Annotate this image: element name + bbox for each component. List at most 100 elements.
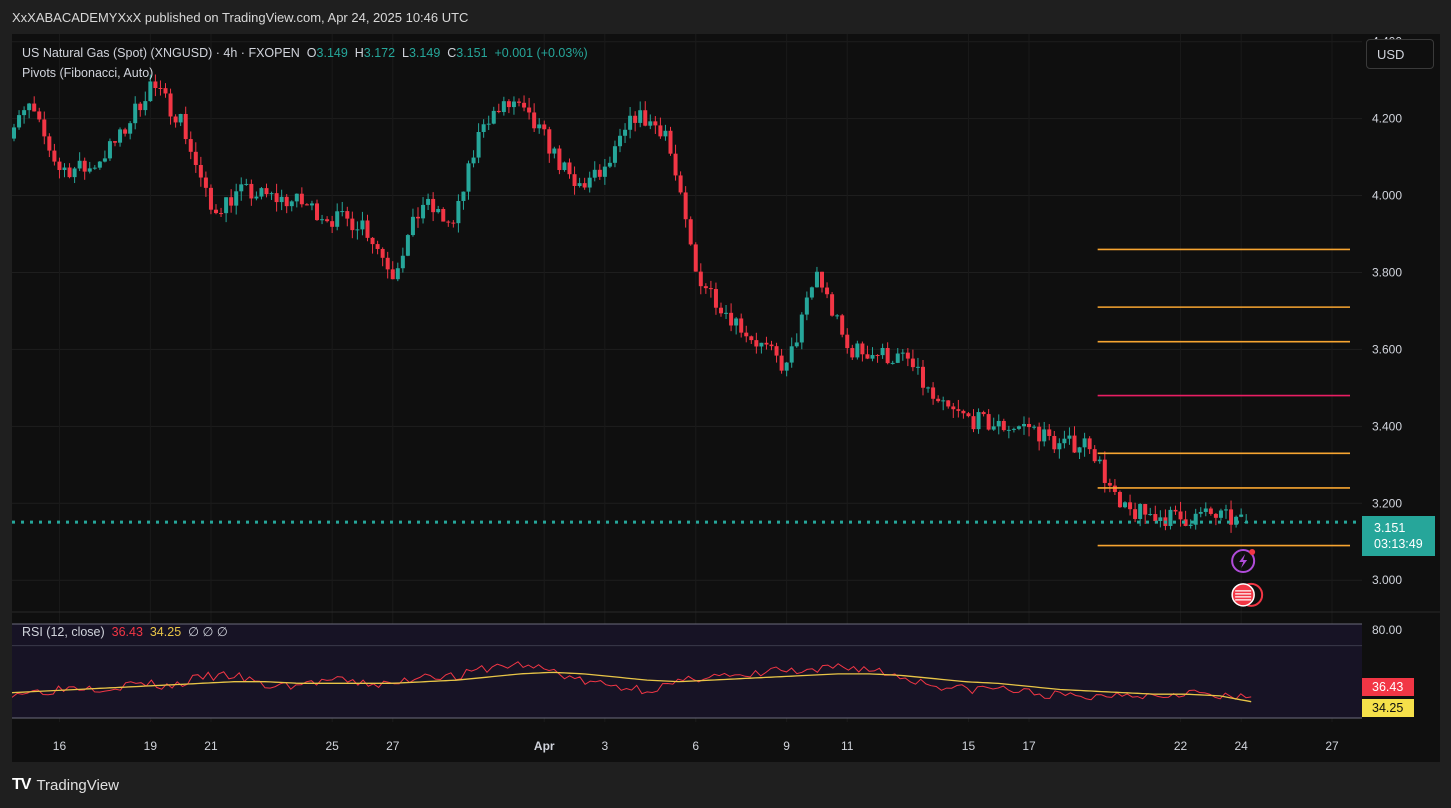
footer-brand[interactable]: TradingView bbox=[36, 777, 119, 794]
candle-body bbox=[693, 244, 698, 272]
candle-body bbox=[254, 196, 259, 199]
candle-body bbox=[416, 216, 420, 219]
candle-body bbox=[168, 93, 173, 117]
candle-body bbox=[1047, 429, 1052, 436]
candle-body bbox=[1112, 485, 1117, 492]
candle-body bbox=[229, 197, 234, 206]
rsi-legend[interactable]: RSI (12, close) 36.43 34.25 ∅ ∅ ∅ bbox=[22, 624, 228, 639]
last-price-label: 3.151 03:13:49 bbox=[1362, 516, 1435, 556]
candle-body bbox=[1001, 420, 1006, 431]
high-value: 3.172 bbox=[363, 46, 396, 60]
candle-body bbox=[208, 187, 213, 210]
candle-body bbox=[1087, 438, 1092, 450]
candle-body bbox=[451, 222, 456, 224]
candle-body bbox=[421, 204, 426, 219]
candle-body bbox=[648, 121, 653, 126]
rsi-ma-label: 34.25 bbox=[1362, 699, 1414, 717]
tradingview-logo-icon[interactable]: TV bbox=[12, 776, 31, 794]
candle-body bbox=[72, 168, 77, 178]
candle-body bbox=[102, 158, 107, 162]
candle-body bbox=[708, 288, 713, 290]
candle-body bbox=[729, 312, 734, 326]
candle-body bbox=[1178, 511, 1183, 520]
candle-body bbox=[532, 112, 537, 129]
chart-panel[interactable]: 4.4004.2004.0003.8003.6003.4003.2003.000… bbox=[12, 34, 1440, 762]
candle-body bbox=[527, 107, 532, 113]
candle-body bbox=[355, 229, 360, 231]
candle-body bbox=[749, 336, 754, 341]
candle-body bbox=[62, 167, 67, 171]
candle-body bbox=[794, 342, 799, 347]
candle-body bbox=[582, 183, 587, 188]
x-tick-label: 27 bbox=[1325, 739, 1339, 753]
x-tick-label: 22 bbox=[1174, 739, 1188, 753]
candle-body bbox=[133, 103, 138, 124]
candle-body bbox=[219, 213, 224, 215]
candle-body bbox=[249, 183, 254, 199]
candle-body bbox=[1032, 426, 1037, 428]
candle-body bbox=[304, 204, 309, 206]
candle-body bbox=[244, 183, 249, 185]
candle-body bbox=[410, 216, 415, 236]
candle-body bbox=[961, 410, 966, 414]
candle-body bbox=[1158, 517, 1163, 522]
candle-body bbox=[688, 219, 693, 245]
candle-body bbox=[875, 355, 880, 357]
candle-body bbox=[1072, 435, 1077, 453]
candle-body bbox=[825, 287, 830, 295]
candle-body bbox=[496, 110, 501, 113]
symbol-legend[interactable]: US Natural Gas (Spot) (XNGUSD) · 4h · FX… bbox=[22, 46, 588, 60]
candle-body bbox=[335, 211, 340, 227]
candle-body bbox=[809, 287, 814, 298]
candle-body bbox=[895, 353, 900, 363]
x-tick-label: 24 bbox=[1234, 739, 1248, 753]
candle-body bbox=[173, 116, 178, 123]
candle-body bbox=[12, 127, 16, 139]
candle-body bbox=[547, 129, 552, 154]
open-label: O bbox=[306, 46, 317, 60]
candle-body bbox=[183, 113, 188, 140]
candle-body bbox=[52, 150, 57, 162]
footer[interactable]: TV TradingView bbox=[12, 776, 119, 794]
currency-button[interactable]: USD bbox=[1366, 39, 1434, 69]
candle-body bbox=[936, 398, 941, 402]
x-tick-label: 27 bbox=[386, 739, 400, 753]
candle-body bbox=[259, 188, 264, 197]
candle-body bbox=[754, 340, 759, 347]
candle-body bbox=[370, 237, 375, 245]
candle-body bbox=[623, 129, 628, 136]
candle-body bbox=[37, 111, 42, 120]
candle-body bbox=[683, 192, 688, 220]
candle-body bbox=[855, 343, 860, 358]
candle-body bbox=[850, 348, 855, 358]
candle-body bbox=[350, 218, 355, 231]
x-tick-label: 19 bbox=[144, 739, 158, 753]
candle-body bbox=[1011, 428, 1016, 430]
candle-body bbox=[123, 129, 128, 134]
us-flag-icon bbox=[1231, 583, 1255, 607]
candle-body bbox=[744, 332, 749, 337]
candle-body bbox=[128, 123, 133, 134]
candle-body bbox=[431, 198, 436, 213]
candle-body bbox=[274, 193, 279, 203]
chart-svg[interactable]: 4.4004.2004.0003.8003.6003.4003.2003.000… bbox=[12, 34, 1440, 762]
candle-body bbox=[158, 87, 163, 89]
candle-body bbox=[426, 198, 431, 205]
candle-body bbox=[289, 201, 294, 207]
indicator-legend[interactable]: Pivots (Fibonacci, Auto) bbox=[22, 66, 153, 80]
rsi-tick-label: 80.00 bbox=[1372, 623, 1402, 637]
candle-body bbox=[203, 177, 208, 188]
change-value: +0.001 (+0.03%) bbox=[494, 46, 588, 60]
candle-body bbox=[789, 346, 794, 363]
candle-body bbox=[113, 141, 117, 143]
candle-body bbox=[380, 248, 385, 258]
symbol-title[interactable]: US Natural Gas (Spot) (XNGUSD) · 4h · FX… bbox=[22, 46, 300, 60]
candle-body bbox=[577, 183, 582, 186]
candle-body bbox=[1213, 513, 1218, 518]
candle-body bbox=[1203, 508, 1208, 512]
candle-body bbox=[764, 342, 769, 345]
candle-body bbox=[239, 184, 244, 192]
candle-body bbox=[77, 160, 82, 169]
candle-body bbox=[315, 203, 319, 221]
last-price-value: 3.151 bbox=[1374, 521, 1406, 535]
